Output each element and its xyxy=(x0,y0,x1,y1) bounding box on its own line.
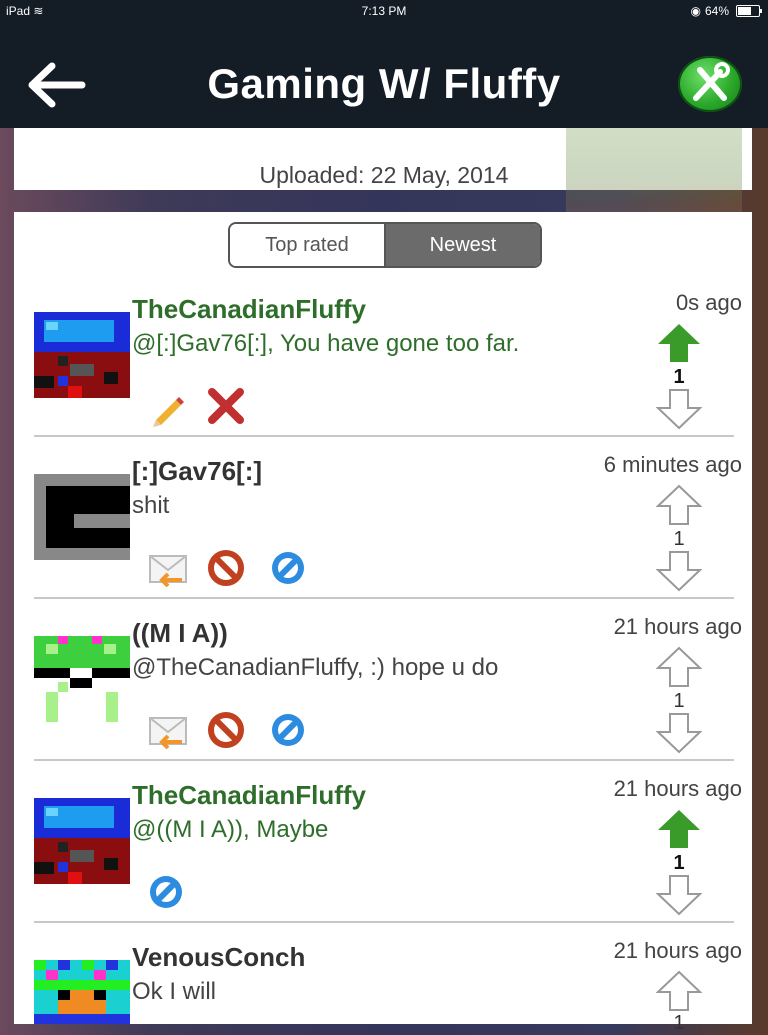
avatar xyxy=(34,798,130,884)
page-title: Gaming W/ Fluffy xyxy=(207,60,561,107)
comment-text: Ok I will xyxy=(132,978,216,1005)
comment-time: 6 minutes ago xyxy=(603,452,742,477)
flag-icon[interactable] xyxy=(268,548,308,588)
upvote-button-active[interactable] xyxy=(656,322,702,364)
location-icon: ◉ xyxy=(690,4,701,18)
block-icon[interactable] xyxy=(206,710,246,750)
comment-time: 21 hours ago xyxy=(613,614,742,639)
reply-mail-icon[interactable] xyxy=(148,550,188,590)
comment-author[interactable]: VenousConch xyxy=(132,942,305,973)
downvote-button[interactable] xyxy=(656,712,702,754)
flag-icon[interactable] xyxy=(268,710,308,750)
edit-pencil-icon[interactable] xyxy=(148,388,188,428)
upvote-button[interactable] xyxy=(656,484,702,526)
vote-score: 1 xyxy=(673,690,685,712)
downvote-button[interactable] xyxy=(656,874,702,916)
comment-text: @[:]Gav76[:], You have gone too far. xyxy=(132,330,520,357)
reply-mail-icon[interactable] xyxy=(148,712,188,752)
sort-segmented-control: Top rated Newest xyxy=(228,222,542,268)
comment-divider xyxy=(34,921,734,923)
battery-status: ◉ 64% xyxy=(690,4,762,18)
upvote-button[interactable] xyxy=(656,646,702,688)
comment-author[interactable]: TheCanadianFluffy xyxy=(132,294,366,325)
vote-score: 1 xyxy=(673,528,685,550)
tools-button[interactable] xyxy=(678,56,742,112)
status-bar: iPad ≋ 7:13 PM ◉ 64% xyxy=(0,0,768,22)
avatar xyxy=(34,474,130,560)
block-icon[interactable] xyxy=(206,548,246,588)
nav-bar: Gaming W/ Fluffy xyxy=(0,22,768,128)
comment-author[interactable]: [:]Gav76[:] xyxy=(132,456,262,487)
comment-author[interactable]: ((M I A)) xyxy=(132,618,228,649)
upload-date: Uploaded: 22 May, 2014 xyxy=(259,162,509,188)
tools-icon xyxy=(693,62,730,101)
comment-time: 21 hours ago xyxy=(613,776,742,801)
tab-top-rated[interactable]: Top rated xyxy=(230,224,386,266)
comment-divider xyxy=(34,597,734,599)
comment-divider xyxy=(34,435,734,437)
comment-author[interactable]: TheCanadianFluffy xyxy=(132,780,366,811)
comment-time: 0s ago xyxy=(675,290,742,315)
downvote-button[interactable] xyxy=(656,388,702,430)
upvote-button-active[interactable] xyxy=(656,808,702,850)
comment-text: shit xyxy=(132,492,170,519)
comment-text: @((M I A)), Maybe xyxy=(132,816,329,843)
avatar xyxy=(34,960,130,1024)
comment-text: @TheCanadianFluffy, :) hope u do xyxy=(132,654,499,681)
vote-score: 1 xyxy=(673,852,685,874)
avatar xyxy=(34,312,130,398)
clock: 7:13 PM xyxy=(361,4,407,18)
flag-icon[interactable] xyxy=(146,872,186,912)
avatar xyxy=(34,636,130,722)
upvote-button[interactable] xyxy=(656,970,702,1012)
downvote-button[interactable] xyxy=(656,550,702,592)
delete-icon[interactable] xyxy=(206,386,246,426)
tab-newest[interactable]: Newest xyxy=(386,224,540,266)
battery-percent: 64% xyxy=(704,4,729,18)
comment-time: 21 hours ago xyxy=(613,938,742,963)
battery-icon xyxy=(736,5,762,17)
comment-divider xyxy=(34,759,734,761)
vote-score: 1 xyxy=(673,366,685,388)
